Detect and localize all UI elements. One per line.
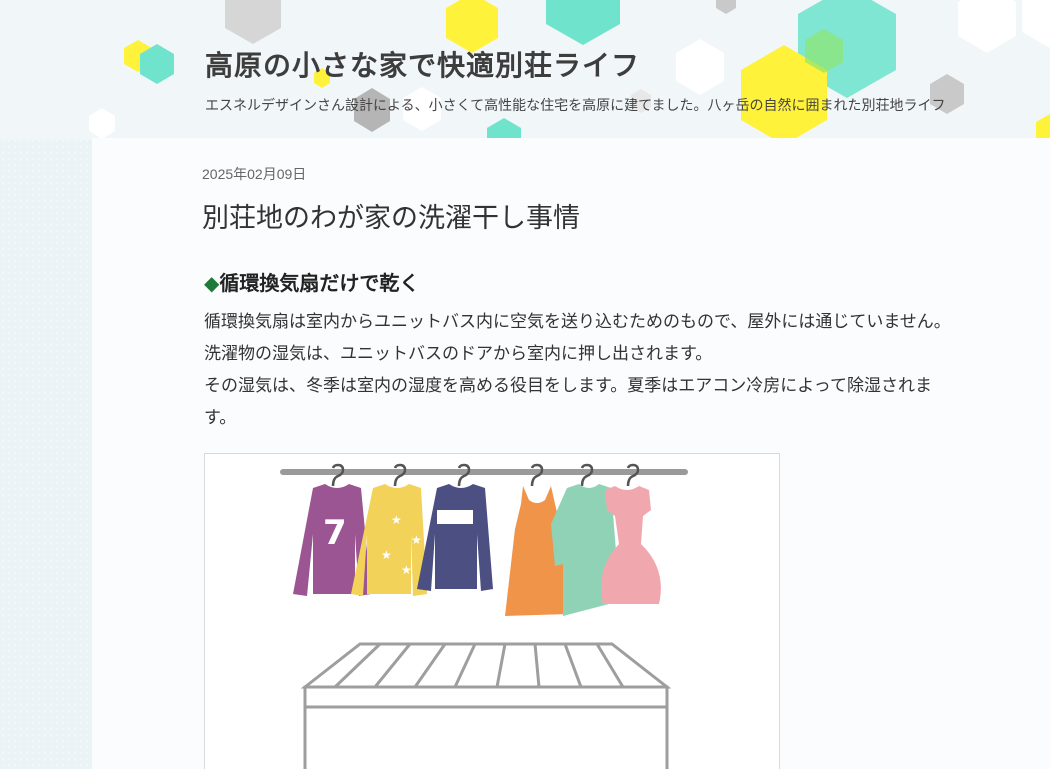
hexagon-shape <box>487 118 521 140</box>
svg-text:★: ★ <box>401 563 412 577</box>
laundry-hanging-illustration-icon: 7 ★ ★ ★ ★ <box>280 463 688 769</box>
laundry-illustration[interactable]: 7 ★ ★ ★ ★ <box>204 453 780 769</box>
hexagon-shape <box>546 0 620 45</box>
post-title[interactable]: 別荘地のわが家の洗濯干し事情 <box>202 196 580 235</box>
hexagon-shape <box>89 108 115 139</box>
site-description: エスネルデザインさん設計による、小さくて高性能な住宅を高原に建てました。八ヶ岳の… <box>205 98 946 114</box>
svg-text:★: ★ <box>411 533 422 547</box>
post-date: 2025年02月09日 <box>202 166 307 182</box>
site-title[interactable]: 高原の小さな家で快適別荘ライフ <box>205 44 640 84</box>
hanger-hooks <box>331 463 640 487</box>
shirt-number: 7 <box>323 513 347 553</box>
body-paragraph: 循環換気扇は室内からユニットバス内に空気を送り込むためのもので、屋外には通じてい… <box>204 312 951 364</box>
hexagon-shape <box>716 0 736 14</box>
drying-rack <box>300 642 672 769</box>
hexagon-shape <box>958 0 1016 53</box>
section-heading: ◆循環換気扇だけで乾く <box>204 267 419 296</box>
svg-text:★: ★ <box>391 513 402 527</box>
post-body: 循環換気扇は室内からユニットバス内に空気を送り込むためのもので、屋外には通じてい… <box>204 306 964 434</box>
hexagon-shape <box>1022 0 1050 48</box>
hexagon-shape <box>225 0 281 44</box>
blog-header: 高原の小さな家で快適別荘ライフ エスネルデザインさん設計による、小さくて高性能な… <box>0 0 1050 140</box>
svg-text:★: ★ <box>381 548 392 562</box>
hexagon-shape <box>1036 114 1050 140</box>
yellow-shirt: ★ ★ ★ ★ <box>351 484 427 596</box>
diamond-bullet-icon: ◆ <box>204 271 220 295</box>
navy-shirt <box>417 484 493 591</box>
section-heading-text: 循環換気扇だけで乾く <box>219 271 420 295</box>
body-paragraph: その湿気は、冬季は室内の湿度を高める役目をします。夏季はエアコン冷房によって除湿… <box>204 376 932 428</box>
hexagon-shape <box>676 39 724 95</box>
